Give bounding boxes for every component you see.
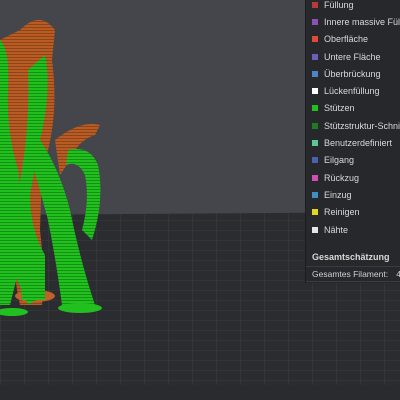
legend-swatch	[312, 105, 318, 112]
legend-swatch	[312, 191, 318, 198]
legend-item[interactable]: Lückenfüllung	[306, 82, 400, 99]
legend-label: Innere massive Füllung	[324, 16, 400, 27]
legend-label: Eilgang	[324, 155, 355, 166]
legend-item[interactable]: Untere Fläche	[306, 48, 400, 65]
legend-swatch	[312, 88, 318, 95]
legend-swatch	[312, 1, 318, 8]
estimate-label: Modell Filament:	[306, 281, 394, 283]
legend-swatch	[312, 157, 318, 164]
legend-item[interactable]: Stützstruktur-Schnittstelle	[306, 117, 400, 134]
legend-item[interactable]: Stützen	[306, 100, 400, 117]
legend-panel: Füllung Innere massive Füllung Oberfläche U…	[306, 0, 400, 283]
legend-label: Lückenfüllung	[324, 86, 380, 97]
legend-swatch	[312, 53, 318, 60]
legend-item[interactable]: Überbrückung	[306, 65, 400, 82]
legend-item[interactable]: Rückzug	[306, 169, 400, 186]
estimate-row: Gesamtes Filament:4	[306, 266, 400, 282]
legend-label: Benutzerdefiniert	[324, 138, 393, 149]
legend-label: Stützen	[324, 103, 355, 114]
legend-item[interactable]: Eilgang	[306, 152, 400, 169]
legend-swatch	[312, 226, 318, 233]
legend-label: Füllung	[324, 0, 354, 10]
legend-item[interactable]: Füllung	[306, 0, 400, 13]
legend-item[interactable]: Einzug	[306, 186, 400, 203]
legend-item[interactable]: Innere massive Füllung	[306, 13, 400, 30]
legend-swatch	[312, 209, 318, 216]
estimate-value: 4	[393, 266, 400, 282]
legend-label: Oberfläche	[324, 34, 369, 45]
estimate-row: Modell Filament:3	[306, 281, 400, 283]
legend-label: Nähte	[324, 224, 349, 235]
legend-item[interactable]: Reinigen	[306, 204, 400, 221]
plate-edge	[0, 385, 400, 400]
legend-label: Einzug	[324, 189, 352, 200]
legend-item[interactable]: Benutzerdefiniert	[306, 134, 400, 151]
legend-swatch	[312, 18, 318, 25]
legend-label: Reinigen	[324, 207, 360, 218]
legend-item[interactable]: Nähte	[306, 221, 400, 238]
line-type-legend: Füllung Innere massive Füllung Oberfläche U…	[306, 0, 400, 238]
estimate-title: Gesamtschätzung	[312, 252, 390, 263]
legend-swatch	[312, 174, 318, 181]
legend-label: Stützstruktur-Schnittstelle	[324, 120, 400, 131]
legend-label: Überbrückung	[324, 68, 381, 79]
estimate-table: Gesamtes Filament:4Modell Filament:3Kost…	[306, 266, 400, 283]
legend-swatch	[312, 36, 318, 43]
estimate-value: 3	[393, 281, 400, 283]
legend-label: Untere Fläche	[324, 51, 381, 62]
legend-swatch	[312, 122, 318, 129]
legend-label: Rückzug	[324, 172, 360, 183]
legend-swatch	[312, 140, 318, 147]
legend-swatch	[312, 70, 318, 77]
legend-item[interactable]: Oberfläche	[306, 31, 400, 48]
estimate-label: Gesamtes Filament:	[306, 266, 394, 282]
